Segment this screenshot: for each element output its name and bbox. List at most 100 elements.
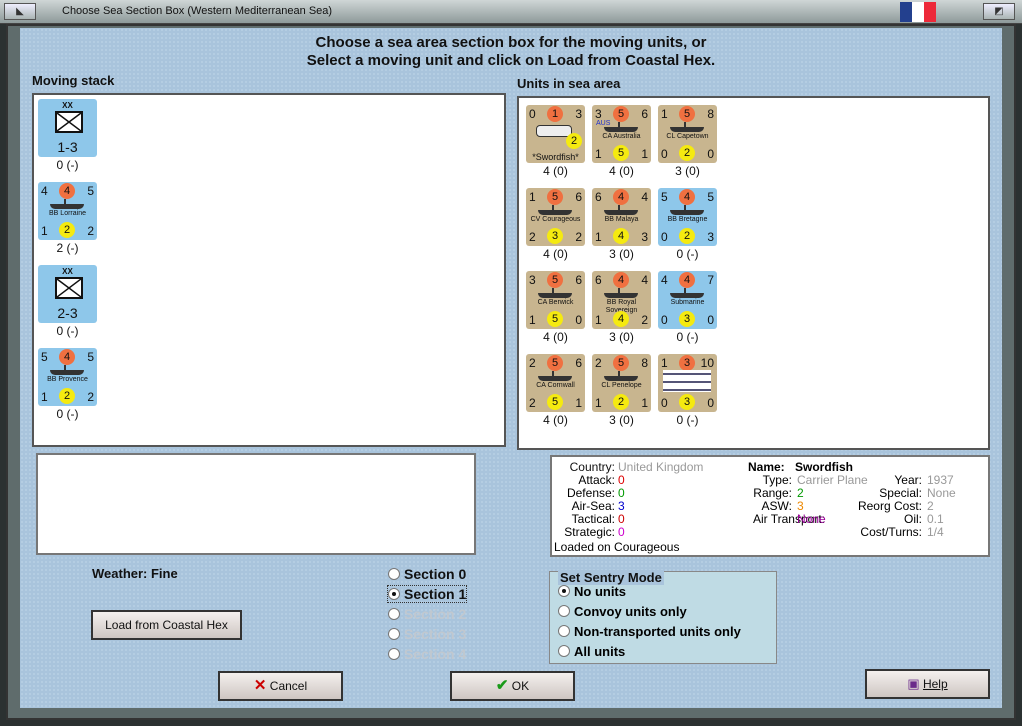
attack-value: 4 xyxy=(679,272,695,288)
unit-counter[interactable]: 6 4 4 BB Malaya 1 4 3 xyxy=(592,188,651,246)
attack-value: 5 xyxy=(613,106,629,122)
counter-bottom-left: 2 xyxy=(529,396,536,410)
unit-caption: 0 (-) xyxy=(676,413,699,427)
counter-top-left: 3 xyxy=(529,273,536,287)
defense-value: 2 xyxy=(679,228,695,244)
instruction-line-1: Choose a sea area section box for the mo… xyxy=(315,34,707,51)
cancel-button[interactable]: ✕ Cancel xyxy=(218,671,343,701)
counter-top-left: 2 xyxy=(529,356,536,370)
info-type-val: Carrier Plane xyxy=(797,473,868,487)
counter-bottom-left: 0 xyxy=(661,230,668,244)
ship-icon xyxy=(670,210,704,215)
counter-bottom-right: 1 xyxy=(641,396,648,410)
defense-value: 3 xyxy=(679,311,695,327)
unit-name: CV Courageous xyxy=(530,216,581,223)
sentry-option[interactable]: Convoy units only xyxy=(558,604,687,619)
unit-counter[interactable]: 2 5 8 CL Penelope 1 2 1 xyxy=(592,354,651,412)
info-range-val: 2 xyxy=(797,486,804,500)
defense-value: 4 xyxy=(613,228,629,244)
restore-button[interactable]: ◩ xyxy=(983,3,1015,20)
ship-mast xyxy=(684,122,686,127)
ship-icon xyxy=(538,210,572,215)
unit-name: BB Bretagne xyxy=(667,216,708,223)
info-year-key: Year: xyxy=(894,473,922,487)
info-attack-key: Attack: xyxy=(578,473,615,487)
unit-size: XX xyxy=(62,101,73,110)
instruction-line-2: Select a moving unit and click on Load f… xyxy=(306,52,716,69)
attack-value: 4 xyxy=(59,349,75,365)
counter-top-left: 3 xyxy=(595,107,602,121)
counter-top-right: 5 xyxy=(87,350,94,364)
counter-bottom-left: 1 xyxy=(595,147,602,161)
unit-caption: 0 (-) xyxy=(676,247,699,261)
air-unit-counter[interactable]: XX 1-3 xyxy=(38,99,97,157)
unit-counter[interactable]: 4 4 7 Submarine 0 3 0 xyxy=(658,271,717,329)
ok-button[interactable]: ✔ OK xyxy=(450,671,575,701)
counter-top-left: 1 xyxy=(661,107,668,121)
counter-top-left: 1 xyxy=(529,190,536,204)
counter-top-right: 8 xyxy=(707,107,714,121)
sentry-mode-title: Set Sentry Mode xyxy=(558,570,664,585)
sentry-option-label: No units xyxy=(574,584,626,599)
unit-counter[interactable]: 1 5 8 CL Capetown 0 2 0 xyxy=(658,105,717,163)
unit-counter[interactable]: 1 5 6 CV Courageous 2 3 2 xyxy=(526,188,585,246)
attack-value: 4 xyxy=(679,189,695,205)
radio-circle-icon xyxy=(388,628,400,640)
info-airsea-key: Air-Sea: xyxy=(571,499,615,513)
unit-counter[interactable]: 3 5 6 AUS CA Australia 1 5 1 xyxy=(592,105,651,163)
attack-value: 5 xyxy=(679,106,695,122)
counter-top-right: 4 xyxy=(641,190,648,204)
ship-icon xyxy=(604,210,638,215)
sentry-option[interactable]: No units xyxy=(558,584,626,599)
sentry-mode-group: Set Sentry Mode No units Convoy units onl… xyxy=(549,570,777,664)
ok-check-icon: ✔ xyxy=(495,677,509,694)
air-unit-symbol xyxy=(55,277,83,299)
info-cost-key: Cost/Turns: xyxy=(860,525,922,539)
counter-bottom-right: 1 xyxy=(575,396,582,410)
section-radio[interactable]: Section 0 xyxy=(388,566,466,582)
unit-counter[interactable]: 5 4 5 BB Provence 1 2 2 xyxy=(38,348,97,406)
system-menu-button[interactable]: ◣ xyxy=(4,3,36,20)
unit-caption: 4 (0) xyxy=(543,164,568,178)
radio-circle-icon xyxy=(388,568,400,580)
unit-name: Submarine xyxy=(670,299,705,306)
unit-counter[interactable]: 0 1 3 *Swordfish* 2 xyxy=(526,105,585,163)
unit-name: CA Cornwall xyxy=(536,382,575,389)
sentry-option[interactable]: Non-transported units only xyxy=(558,624,741,639)
section-radio: Section 2 xyxy=(388,606,466,622)
counter-top-left: 5 xyxy=(41,350,48,364)
unit-counter[interactable]: 5 4 5 BB Bretagne 0 2 3 xyxy=(658,188,717,246)
title-bar: ◣ Choose Sea Section Box (Western Medite… xyxy=(0,0,1022,24)
section-radio[interactable]: Section 1 xyxy=(386,585,468,603)
unit-counter[interactable]: 644BB Royal Sovereign142 xyxy=(592,271,651,329)
app-window: ◣ Choose Sea Section Box (Western Medite… xyxy=(0,0,1022,726)
window-title: Choose Sea Section Box (Western Mediterr… xyxy=(62,5,333,17)
help-book-icon: ▣ xyxy=(907,676,920,691)
unit-counter[interactable]: 2 5 6 CA Cornwall 2 5 1 xyxy=(526,354,585,412)
defense-value: 2 xyxy=(613,394,629,410)
air-unit-counter[interactable]: XX 2-3 xyxy=(38,265,97,323)
unit-counter[interactable]: 3 5 6 CA Berwick 1 5 0 xyxy=(526,271,585,329)
unit-counter[interactable]: 4 4 5 BB Lorraine 1 2 2 xyxy=(38,182,97,240)
help-button[interactable]: ▣ Help xyxy=(865,669,990,699)
defense-value: 4 xyxy=(613,311,629,327)
attack-value: 5 xyxy=(547,272,563,288)
unit-counter[interactable]: 1 3 10 0 3 0 xyxy=(658,354,717,412)
counter-top-left: 4 xyxy=(41,184,48,198)
info-airsea-val: 3 xyxy=(618,499,625,513)
sentry-option[interactable]: All units xyxy=(558,644,625,659)
counter-top-left: 5 xyxy=(661,190,668,204)
info-oil-val: 0.1 xyxy=(927,512,944,526)
radio-circle-icon xyxy=(388,608,400,620)
defense-value: 5 xyxy=(547,311,563,327)
section-label: Section 1 xyxy=(404,586,467,602)
defense-value: 3 xyxy=(547,228,563,244)
counter-top-right: 4 xyxy=(641,273,648,287)
info-cost-val: 1/4 xyxy=(927,525,944,539)
info-country-val: United Kingdom xyxy=(618,460,704,474)
sentry-option-label: Convoy units only xyxy=(574,604,687,619)
counter-top-right: 6 xyxy=(641,107,648,121)
attack-value: 4 xyxy=(613,189,629,205)
load-from-coastal-hex-button[interactable]: Load from Coastal Hex xyxy=(91,610,242,640)
defense-value: 2 xyxy=(679,145,695,161)
